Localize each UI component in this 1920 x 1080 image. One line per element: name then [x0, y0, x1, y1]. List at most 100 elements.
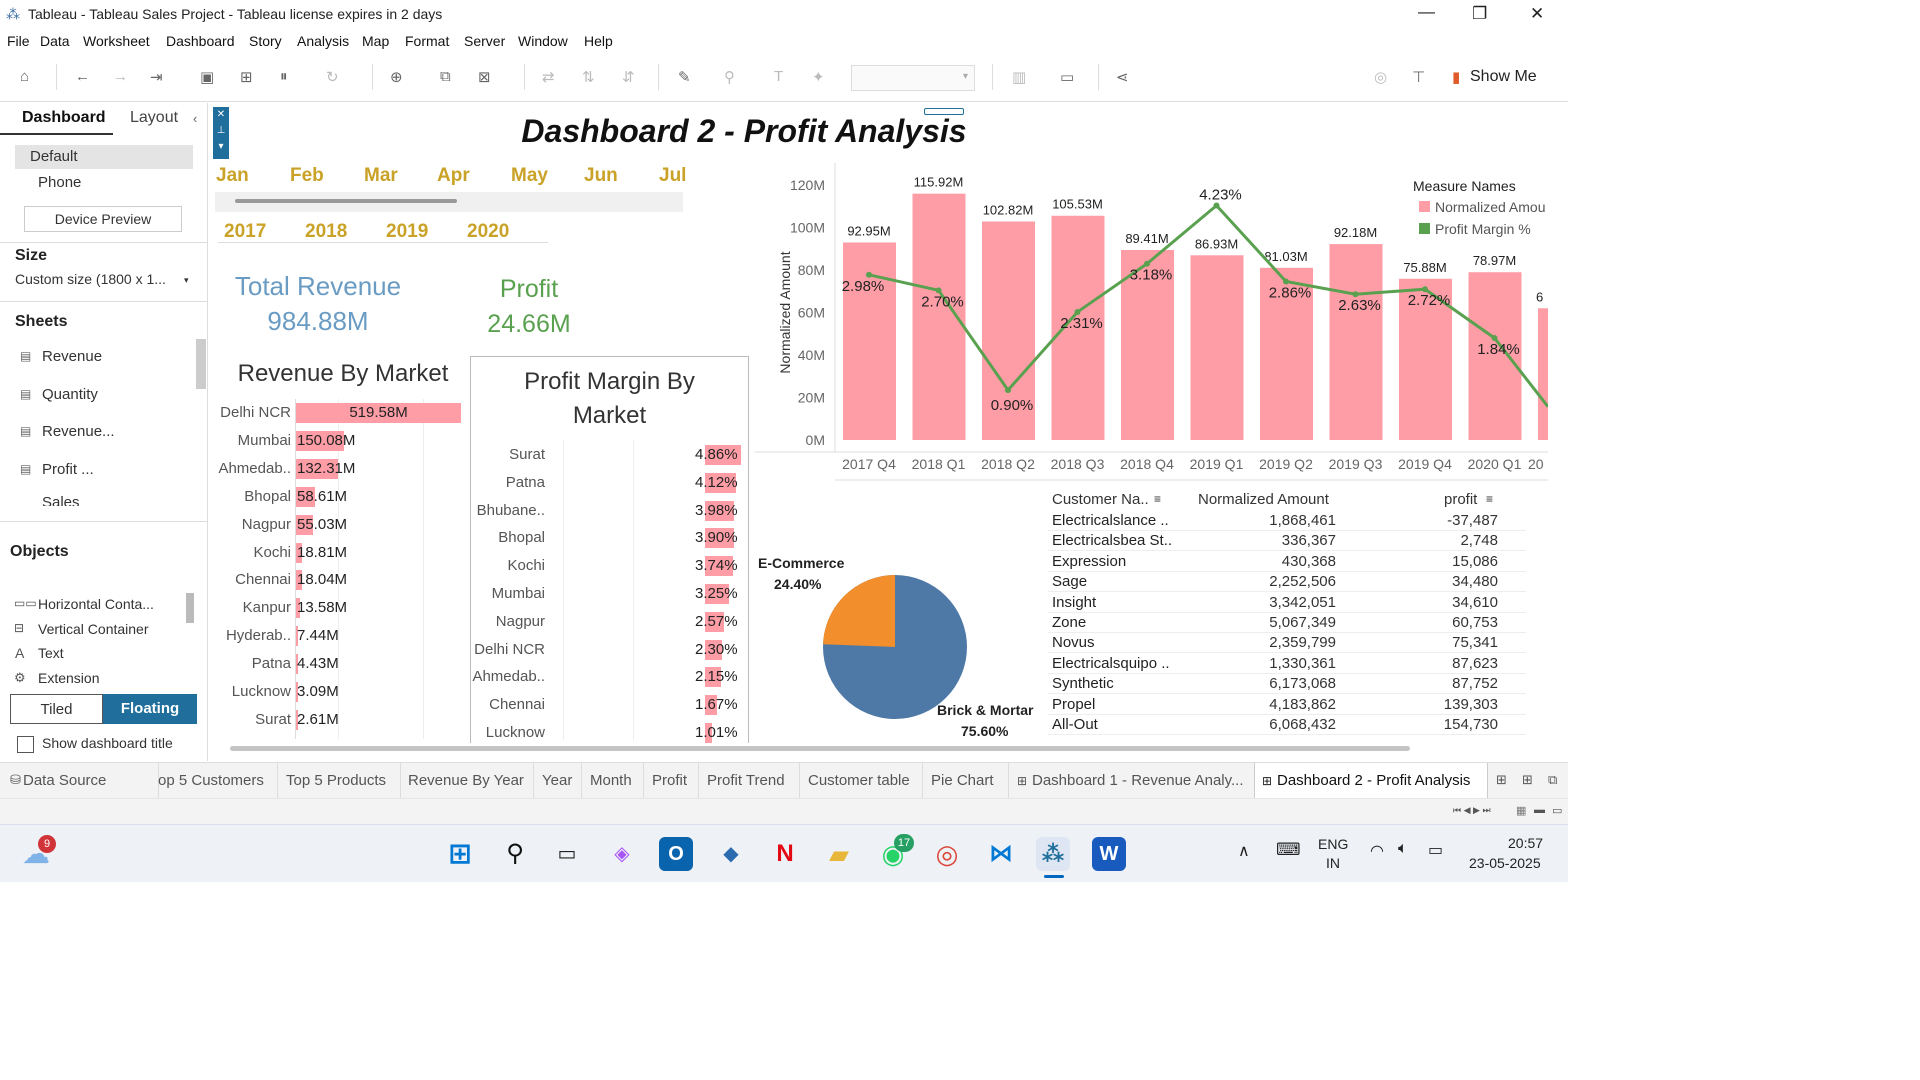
minimize-icon[interactable]: — [1418, 2, 1435, 22]
menu-window[interactable]: Window [518, 33, 568, 49]
month-item[interactable]: Jun [584, 165, 618, 187]
swap-icon[interactable]: ⇄ [542, 68, 555, 86]
tab-customer-table[interactable]: Customer table [808, 772, 910, 789]
word-icon[interactable]: W [1092, 837, 1126, 871]
collapse-icon[interactable]: ‹ [193, 111, 197, 126]
restore-icon[interactable]: ❐ [1472, 4, 1487, 24]
highlight-icon[interactable]: ✎ [678, 68, 691, 86]
object-text[interactable]: Text [38, 645, 64, 661]
table-row[interactable]: Insight 3,342,051 34,610 [1048, 593, 1526, 613]
tab-profit-trend[interactable]: Profit Trend [707, 772, 785, 789]
menu-data[interactable]: Data [40, 33, 70, 49]
objects-scrollbar[interactable] [186, 593, 194, 623]
month-item[interactable]: Apr [437, 165, 470, 187]
ai-icon[interactable]: ◎ [1374, 68, 1387, 86]
new-sheet-icon[interactable]: ⊕ [390, 68, 403, 86]
tab-dashboard[interactable]: Dashboard [22, 109, 106, 127]
device-preview-button[interactable]: Device Preview [24, 206, 182, 232]
outlook-icon[interactable]: O [659, 837, 693, 871]
windows-start-icon[interactable]: ⊞ [443, 837, 477, 871]
filmstrip-icon[interactable]: ▬ [1534, 804, 1545, 816]
sheet-item-quantity[interactable]: Quantity [42, 386, 98, 403]
back-icon[interactable]: ← [75, 68, 90, 85]
menu-worksheet[interactable]: Worksheet [83, 33, 150, 49]
table-row[interactable]: Electricalsquipo .. 1,330,361 87,623 [1048, 654, 1526, 674]
month-item[interactable]: Feb [290, 165, 324, 187]
menu-help[interactable]: Help [584, 33, 613, 49]
sort-icon[interactable]: ≡ [1486, 492, 1493, 506]
task-view-icon[interactable]: ▭ [550, 837, 584, 871]
table-row[interactable]: Zone 5,067,349 60,753 [1048, 613, 1526, 633]
month-item[interactable]: Mar [364, 165, 398, 187]
object-horizontal-container[interactable]: Horizontal Conta... [38, 596, 154, 612]
dashboard-hscroll[interactable] [230, 746, 1410, 751]
clear-sheet-icon[interactable]: ⊠ [478, 68, 491, 86]
menu-dashboard[interactable]: Dashboard [166, 33, 235, 49]
chrome-icon[interactable]: ◎ [930, 837, 964, 871]
month-item[interactable]: Jul [659, 165, 686, 187]
refresh-icon[interactable]: ↻ [326, 68, 339, 86]
sort-asc-icon[interactable]: ⇅ [582, 68, 595, 86]
table-row[interactable]: Sage 2,252,506 34,480 [1048, 572, 1526, 593]
show-title-checkbox[interactable] [17, 736, 34, 753]
sort-icon[interactable]: ≡ [1154, 492, 1161, 506]
language-line2[interactable]: IN [1326, 855, 1340, 871]
presentation-icon[interactable]: ▭ [1060, 68, 1074, 86]
netflix-icon[interactable]: N [768, 837, 802, 871]
table-row[interactable]: Novus 2,359,799 75,341 [1048, 633, 1526, 654]
object-extension[interactable]: Extension [38, 670, 99, 686]
tab-top5-products[interactable]: Top 5 Products [286, 772, 386, 789]
home-icon[interactable]: ⌂ [20, 68, 29, 85]
share-icon[interactable]: ⋖ [1116, 68, 1129, 86]
new-dashboard-icon[interactable]: ⊞ [1522, 772, 1533, 788]
tab-profit[interactable]: Profit [652, 772, 687, 789]
sort-desc-icon[interactable]: ⇵ [622, 68, 635, 86]
redo-icon[interactable]: ⇥ [150, 68, 163, 86]
tab-layout[interactable]: Layout [130, 109, 178, 127]
language-line1[interactable]: ENG [1318, 836, 1348, 852]
pause-icon[interactable]: ⏸ [280, 68, 288, 85]
show-cards-icon[interactable]: ▥ [1012, 68, 1026, 86]
month-scrollbar[interactable] [215, 192, 683, 212]
tab-data-source[interactable]: Data Source [23, 772, 106, 789]
tab-nav-icons[interactable]: ⏮ ◀ ▶ ⏭ [1453, 805, 1491, 816]
file-explorer-icon[interactable]: ▰ [822, 837, 856, 871]
add-datasource-icon[interactable]: ⊞ [240, 68, 253, 86]
vscode-icon[interactable]: ⋈ [984, 837, 1018, 871]
tab-dashboard-2[interactable]: Dashboard 2 - Profit Analysis [1277, 772, 1470, 789]
table-row[interactable]: Propel 4,183,862 139,303 [1048, 695, 1526, 715]
tab-revenue-by-year[interactable]: Revenue By Year [408, 772, 524, 789]
col-customer-header[interactable]: Customer Na.. [1052, 491, 1149, 508]
menu-analysis[interactable]: Analysis [297, 33, 349, 49]
table-row[interactable]: All-Out 6,068,432 154,730 [1048, 715, 1526, 735]
close-icon[interactable]: ✕ [1530, 4, 1544, 24]
tab-dashboard-1[interactable]: Dashboard 1 - Revenue Analy... [1032, 772, 1244, 789]
table-row[interactable]: Synthetic 6,173,068 87,752 [1048, 674, 1526, 695]
menu-file[interactable]: File [7, 33, 30, 49]
year-item[interactable]: 2018 [305, 221, 347, 243]
sheet-item-profit[interactable]: Profit ... [42, 461, 94, 478]
table-row[interactable]: Expression 430,368 15,086 [1048, 552, 1526, 572]
object-vertical-container[interactable]: Vertical Container [38, 621, 149, 637]
tray-chevron-icon[interactable]: ∧ [1238, 841, 1250, 861]
m365-icon[interactable]: ◆ [714, 837, 748, 871]
year-item[interactable]: 2020 [467, 221, 509, 243]
tab-pie-chart[interactable]: Pie Chart [931, 772, 994, 789]
tab-year[interactable]: Year [542, 772, 572, 789]
sheet-item-revenue[interactable]: Revenue [42, 348, 102, 365]
month-item[interactable]: May [511, 165, 548, 187]
floating-toggle[interactable]: Floating [103, 694, 197, 724]
year-item[interactable]: 2017 [224, 221, 266, 243]
sheet-item-sales[interactable]: Sales [42, 496, 80, 506]
copilot-icon[interactable]: ◈ [605, 837, 639, 871]
format-painter-icon[interactable]: ⊤ [1412, 68, 1425, 86]
tab-month[interactable]: Month [590, 772, 632, 789]
pin-icon[interactable]: ✦ [812, 68, 825, 86]
table-row[interactable]: Electricalslance .. 1,868,461 -37,487 [1048, 511, 1526, 531]
col-amount-header[interactable]: Normalized Amount [1198, 491, 1329, 508]
sheet-sorter-icon[interactable]: ▦ [1516, 804, 1526, 817]
menu-format[interactable]: Format [405, 33, 449, 49]
menu-server[interactable]: Server [464, 33, 505, 49]
sheets-scrollbar[interactable] [196, 339, 206, 389]
group-icon[interactable]: ⚲ [724, 68, 735, 86]
